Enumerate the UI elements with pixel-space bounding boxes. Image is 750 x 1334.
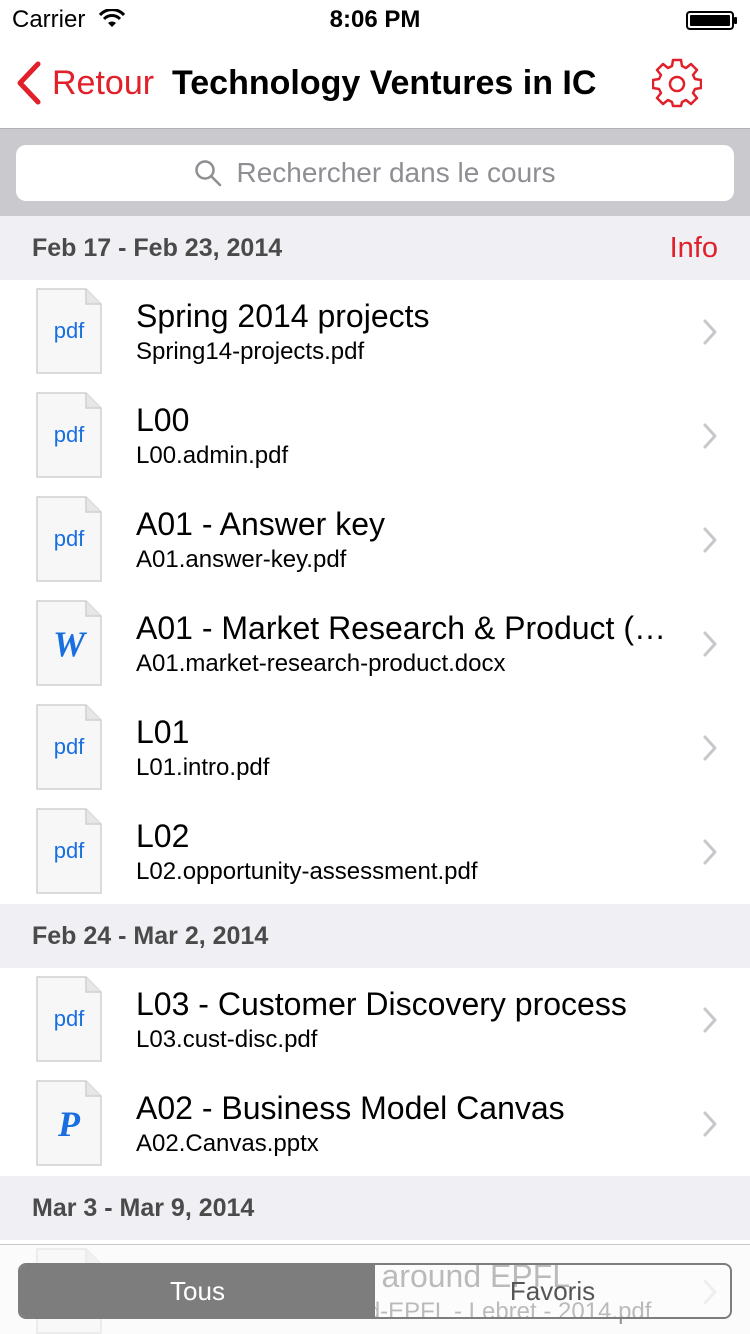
status-time: 8:06 PM	[329, 6, 421, 33]
section-header: Feb 17 - Feb 23, 2014 Info	[0, 216, 750, 280]
svg-text:pdf: pdf	[54, 318, 85, 343]
file-name: Spring14-projects.pdf	[136, 338, 365, 365]
file-name: L00.admin.pdf	[136, 442, 289, 469]
pdf-file-icon: pdf	[36, 496, 102, 582]
file-name: L02.opportunity-assessment.pdf	[136, 858, 478, 885]
chevron-right-icon	[703, 631, 717, 657]
tab-all[interactable]: Tous	[20, 1265, 375, 1317]
pdf-file-icon: pdf	[36, 808, 102, 894]
gear-icon[interactable]	[652, 58, 702, 108]
section-title: Mar 3 - Mar 9, 2014	[32, 1194, 255, 1222]
file-row[interactable]: P A02 - Business Model Canvas A02.Canvas.…	[0, 1072, 750, 1176]
pdf-file-icon: pdf	[36, 976, 102, 1062]
word-file-icon: W	[36, 600, 102, 686]
bottom-toolbar: Tous Favoris	[0, 1244, 750, 1334]
back-label: Retour	[52, 63, 155, 102]
powerpoint-file-icon: P	[36, 1080, 102, 1166]
file-name: A02.Canvas.pptx	[136, 1130, 319, 1157]
file-title: A01 - Answer key	[136, 506, 385, 542]
section-title: Feb 24 - Mar 2, 2014	[32, 922, 269, 950]
file-row[interactable]: pdf L03 - Customer Discovery process L03.…	[0, 968, 750, 1072]
svg-text:pdf: pdf	[54, 734, 85, 759]
file-row[interactable]: pdf L01 L01.intro.pdf	[0, 696, 750, 800]
section-header: Mar 3 - Mar 9, 2014	[0, 1176, 750, 1240]
pdf-file-icon: pdf	[36, 288, 102, 374]
file-title: L01	[136, 714, 190, 750]
file-title: L00	[136, 402, 190, 438]
svg-text:pdf: pdf	[54, 1006, 85, 1031]
file-row[interactable]: pdf A01 - Answer key A01.answer-key.pdf	[0, 488, 750, 592]
file-name: L01.intro.pdf	[136, 754, 270, 781]
file-name: A01.answer-key.pdf	[136, 546, 347, 573]
back-button[interactable]: Retour	[14, 58, 154, 108]
file-row[interactable]: W A01 - Market Research & Product (e… A01…	[0, 592, 750, 696]
svg-text:P: P	[57, 1104, 81, 1144]
chevron-right-icon	[703, 319, 717, 345]
battery-icon	[686, 11, 737, 30]
file-name: L03.cust-disc.pdf	[136, 1026, 318, 1053]
page-title: Technology Ventures in IC	[172, 64, 597, 102]
chevron-right-icon	[703, 735, 717, 761]
file-title: L03 - Customer Discovery process	[136, 986, 627, 1022]
section-header: Feb 24 - Mar 2, 2014	[0, 904, 750, 968]
file-list: Feb 17 - Feb 23, 2014 Info pdf Spring 201…	[0, 216, 750, 1334]
file-row[interactable]: pdf Spring 2014 projects Spring14-project…	[0, 280, 750, 384]
file-title: Spring 2014 projects	[136, 298, 430, 334]
chevron-right-icon	[703, 1111, 717, 1137]
tab-favorites[interactable]: Favoris	[375, 1265, 730, 1317]
chevron-right-icon	[703, 839, 717, 865]
search-input[interactable]: Rechercher dans le cours	[16, 145, 734, 201]
pdf-file-icon: pdf	[36, 392, 102, 478]
svg-text:pdf: pdf	[54, 838, 85, 863]
file-title: L02	[136, 818, 190, 854]
chevron-right-icon	[703, 527, 717, 553]
file-row[interactable]: pdf L00 L00.admin.pdf	[0, 384, 750, 488]
chevron-left-icon	[17, 61, 41, 105]
section-title: Feb 17 - Feb 23, 2014	[32, 234, 283, 262]
file-name: A01.market-research-product.docx	[136, 650, 506, 677]
chevron-right-icon	[703, 1007, 717, 1033]
navigation-bar: Retour Technology Ventures in IC	[0, 40, 750, 128]
svg-text:W: W	[53, 624, 88, 664]
svg-text:pdf: pdf	[54, 422, 85, 447]
search-placeholder: Rechercher dans le cours	[236, 157, 556, 188]
search-icon	[195, 160, 222, 187]
svg-text:pdf: pdf	[54, 526, 85, 551]
pdf-file-icon: pdf	[36, 704, 102, 790]
chevron-right-icon	[703, 423, 717, 449]
file-title: A02 - Business Model Canvas	[136, 1090, 565, 1126]
info-button[interactable]: Info	[670, 232, 718, 265]
file-row[interactable]: pdf L02 L02.opportunity-assessment.pdf	[0, 800, 750, 904]
status-bar: Carrier 8:06 PM	[0, 0, 750, 40]
search-bar: Rechercher dans le cours	[0, 128, 750, 216]
filter-segmented-control: Tous Favoris	[18, 1263, 732, 1319]
file-title: A01 - Market Research & Product (e…	[136, 610, 672, 646]
